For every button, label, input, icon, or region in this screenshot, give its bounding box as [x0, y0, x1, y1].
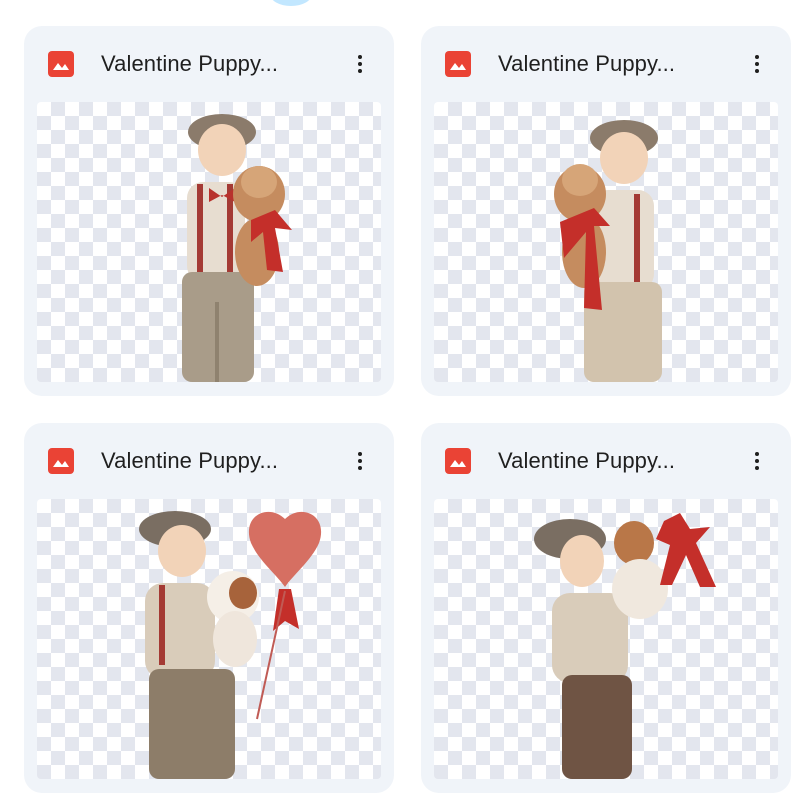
image-file-icon	[48, 448, 74, 474]
thumbnail-illustration	[554, 120, 662, 382]
file-thumbnail[interactable]	[37, 102, 381, 382]
more-options-button[interactable]	[342, 443, 378, 479]
file-title[interactable]: Valentine Puppy...	[498, 50, 675, 78]
image-file-icon	[48, 51, 74, 77]
more-options-button[interactable]	[739, 443, 775, 479]
thumbnail-illustration	[139, 511, 322, 779]
file-title[interactable]: Valentine Puppy...	[498, 447, 675, 475]
more-options-button[interactable]	[342, 46, 378, 82]
image-file-icon	[445, 51, 471, 77]
thumbnail-illustration	[534, 513, 716, 779]
file-grid: Valentine Puppy... Valentine Puppy... Va…	[0, 0, 802, 802]
file-title[interactable]: Valentine Puppy...	[101, 50, 278, 78]
file-thumbnail[interactable]	[434, 499, 778, 779]
file-thumbnail[interactable]	[37, 499, 381, 779]
file-thumbnail[interactable]	[434, 102, 778, 382]
file-title[interactable]: Valentine Puppy...	[101, 447, 278, 475]
file-card[interactable]: Valentine Puppy...	[421, 26, 791, 396]
image-file-icon	[445, 448, 471, 474]
more-options-button[interactable]	[739, 46, 775, 82]
file-card[interactable]: Valentine Puppy...	[24, 26, 394, 396]
thumbnail-illustration	[182, 114, 292, 382]
file-card[interactable]: Valentine Puppy...	[24, 423, 394, 793]
file-card[interactable]: Valentine Puppy...	[421, 423, 791, 793]
